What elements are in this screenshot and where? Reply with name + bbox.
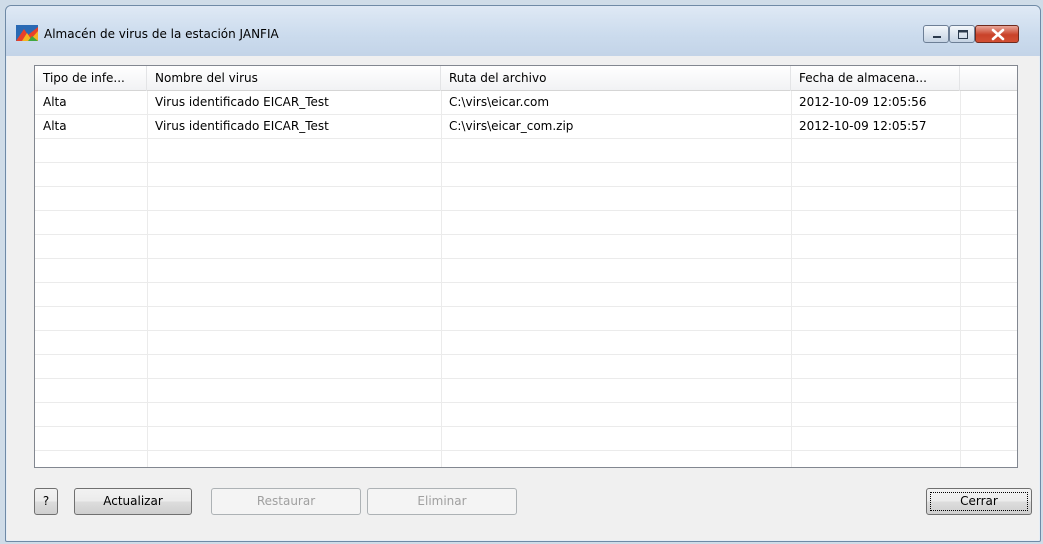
empty-row bbox=[35, 187, 1017, 211]
cell-infection-type: Alta bbox=[43, 95, 67, 109]
minimize-icon bbox=[933, 36, 941, 38]
table-header: Tipo de infe... Nombre del virus Ruta de… bbox=[35, 66, 1017, 91]
delete-button[interactable]: Eliminar bbox=[367, 488, 517, 515]
cell-infection-type: Alta bbox=[43, 119, 67, 133]
close-button[interactable]: Cerrar bbox=[926, 488, 1032, 515]
cell-file-path: C:\virs\eicar.com bbox=[449, 95, 550, 109]
dialog-window: Almacén de virus de la estación JANFIA T… bbox=[5, 5, 1041, 542]
table-row[interactable]: Alta Virus identificado EICAR_Test C:\vi… bbox=[35, 91, 1017, 115]
empty-row bbox=[35, 331, 1017, 355]
empty-row bbox=[35, 139, 1017, 163]
minimize-button[interactable] bbox=[923, 25, 949, 43]
empty-row bbox=[35, 379, 1017, 403]
column-header-filler bbox=[960, 66, 1017, 91]
cell-virus-name: Virus identificado EICAR_Test bbox=[155, 95, 329, 109]
avg-logo-icon bbox=[16, 25, 38, 41]
window-close-button[interactable] bbox=[975, 25, 1019, 43]
title-bar[interactable]: Almacén de virus de la estación JANFIA bbox=[6, 6, 1040, 56]
empty-row bbox=[35, 235, 1017, 259]
column-header-file-path[interactable]: Ruta del archivo bbox=[441, 66, 791, 91]
maximize-icon bbox=[958, 30, 968, 39]
update-button[interactable]: Actualizar bbox=[74, 488, 192, 515]
restore-button[interactable]: Restaurar bbox=[211, 488, 361, 515]
empty-row bbox=[35, 211, 1017, 235]
focus-rectangle bbox=[930, 492, 1028, 511]
column-header-storage-date[interactable]: Fecha de almacena... bbox=[791, 66, 960, 91]
empty-row bbox=[35, 427, 1017, 451]
maximize-button[interactable] bbox=[949, 25, 975, 43]
window-title: Almacén de virus de la estación JANFIA bbox=[44, 27, 279, 41]
virus-vault-table[interactable]: Tipo de infe... Nombre del virus Ruta de… bbox=[34, 65, 1018, 468]
help-button[interactable]: ? bbox=[34, 488, 58, 515]
empty-row bbox=[35, 163, 1017, 187]
column-header-virus-name[interactable]: Nombre del virus bbox=[147, 66, 441, 91]
cell-storage-date: 2012-10-09 12:05:57 bbox=[799, 119, 927, 133]
empty-row bbox=[35, 355, 1017, 379]
empty-row bbox=[35, 403, 1017, 427]
column-header-infection-type[interactable]: Tipo de infe... bbox=[35, 66, 147, 91]
empty-row bbox=[35, 307, 1017, 331]
dialog-client-area: Tipo de infe... Nombre del virus Ruta de… bbox=[12, 56, 1036, 537]
close-icon bbox=[991, 28, 1005, 41]
empty-row bbox=[35, 283, 1017, 307]
table-row[interactable]: Alta Virus identificado EICAR_Test C:\vi… bbox=[35, 115, 1017, 139]
empty-row bbox=[35, 259, 1017, 283]
cell-storage-date: 2012-10-09 12:05:56 bbox=[799, 95, 927, 109]
cell-virus-name: Virus identificado EICAR_Test bbox=[155, 119, 329, 133]
cell-file-path: C:\virs\eicar_com.zip bbox=[449, 119, 574, 133]
